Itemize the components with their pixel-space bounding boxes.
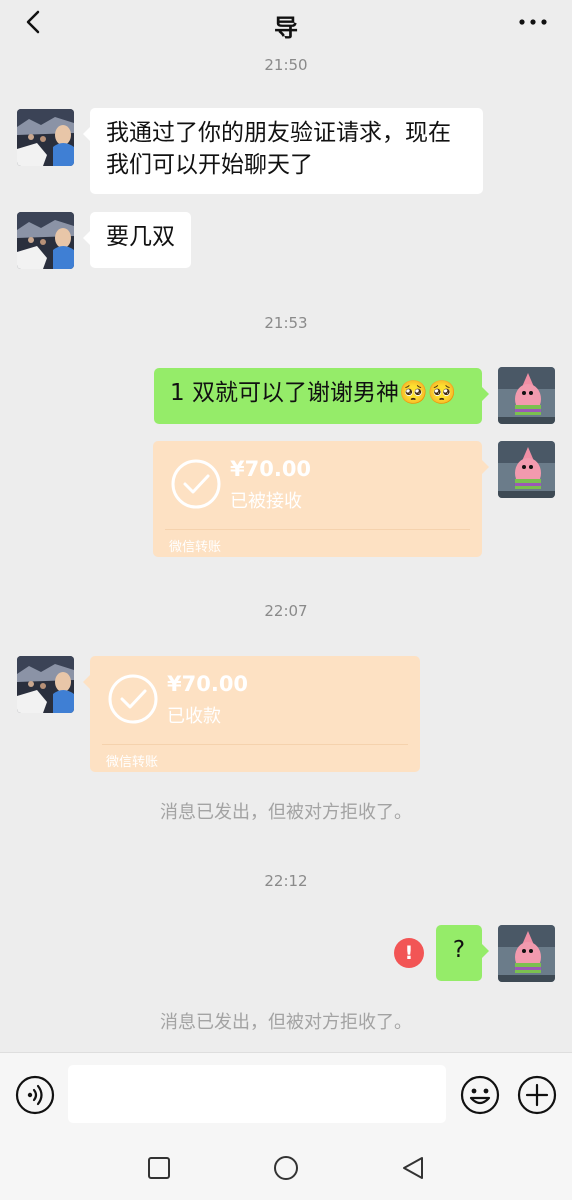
check-circle-icon [108, 674, 158, 724]
emoji-icon[interactable] [460, 1075, 500, 1115]
check-circle-icon [171, 459, 221, 509]
transfer-status: 已被接收 [230, 491, 302, 512]
system-notice: 消息已发出，但被对方拒收了。 [160, 802, 412, 823]
transfer-card[interactable]: ¥70.00 已收款 微信转账 [83, 656, 420, 772]
timestamp: 21:50 [264, 56, 308, 74]
divider [102, 744, 408, 745]
triangle-back-icon[interactable] [398, 1153, 428, 1183]
message-text: 要几双 [106, 224, 175, 250]
timestamp: 22:12 [264, 872, 308, 890]
transfer-card[interactable]: ¥70.00 已被接收 微信转账 [153, 441, 489, 557]
page-title: 导 [274, 14, 298, 42]
my-avatar[interactable] [498, 367, 555, 424]
transfer-footer: 微信转账 [106, 755, 159, 770]
transfer-amount: ¥70.00 [230, 457, 312, 481]
transfer-amount: ¥70.00 [167, 672, 249, 696]
transfer-footer: 微信转账 [169, 540, 222, 555]
square-icon[interactable] [144, 1153, 174, 1183]
message-text: ? [452, 937, 466, 963]
plus-icon[interactable] [517, 1075, 557, 1115]
friend-avatar[interactable] [17, 656, 74, 713]
message-text: 我们可以开始聊天了 [106, 152, 313, 178]
message-input[interactable] [68, 1065, 446, 1123]
error-icon[interactable]: ! [394, 938, 424, 968]
message-text: 1 双就可以了谢谢男神🥺🥺 [170, 380, 457, 406]
message-text: 我通过了你的朋友验证请求，现在 [106, 120, 451, 146]
message-bubble[interactable]: 要几双 [83, 212, 191, 268]
friend-avatar[interactable] [17, 109, 74, 166]
system-notice: 消息已发出，但被对方拒收了。 [160, 1012, 412, 1033]
top-bar: 导 [0, 0, 572, 46]
message-bubble[interactable]: 1 双就可以了谢谢男神🥺🥺 [154, 368, 489, 424]
transfer-status: 已收款 [167, 706, 221, 727]
timestamp: 21:53 [264, 314, 308, 332]
voice-icon[interactable] [15, 1075, 55, 1115]
timestamp: 22:07 [264, 602, 308, 620]
friend-avatar[interactable] [17, 212, 74, 269]
my-avatar[interactable] [498, 441, 555, 498]
my-avatar[interactable] [498, 925, 555, 982]
message-bubble[interactable]: ? [436, 925, 489, 981]
message-bubble[interactable]: 我通过了你的朋友验证请求，现在 我们可以开始聊天了 [83, 108, 483, 194]
circle-icon[interactable] [271, 1153, 301, 1183]
more-dots-icon[interactable] [516, 6, 550, 38]
bottom-bar [0, 1052, 572, 1200]
divider [165, 529, 470, 530]
